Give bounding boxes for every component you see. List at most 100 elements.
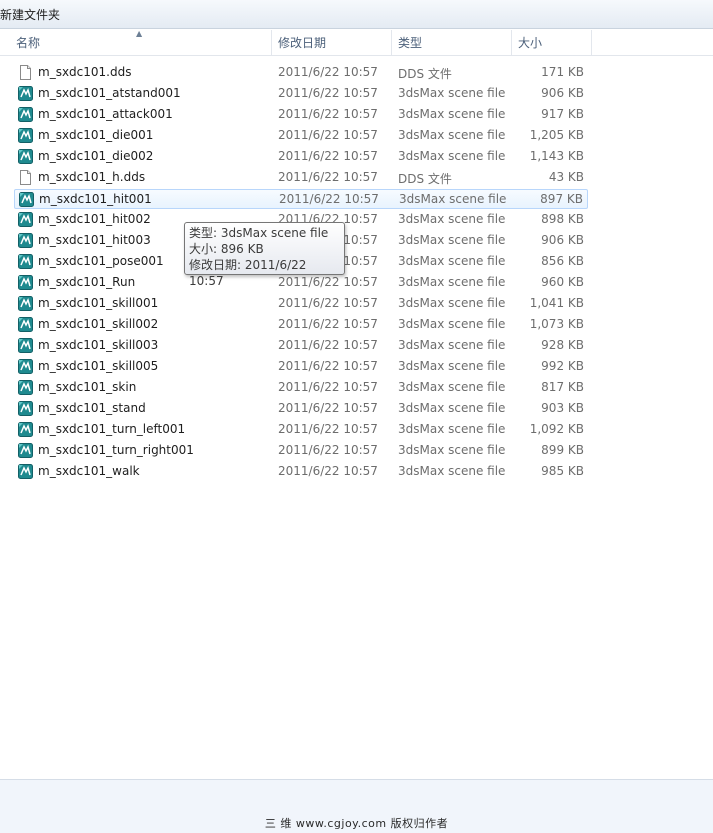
file-row[interactable]: m_sxdc101_skill005 2011/6/22 10:57 3dsMax … [14, 357, 588, 377]
file-type: 3dsMax scene file [398, 422, 506, 436]
file-type: 3dsMax scene file [398, 86, 506, 100]
file-size: 43 KB [548, 170, 584, 184]
file-name: m_sxdc101_walk [38, 464, 140, 478]
file-info-tooltip: 类型: 3dsMax scene file 大小: 896 KB 修改日期: 2… [184, 222, 345, 288]
file-type: DDS 文件 [398, 67, 452, 81]
column-header-type-label: 类型 [398, 36, 423, 50]
file-date: 2011/6/22 10:57 [278, 170, 378, 184]
3dsmax-file-icon [18, 338, 33, 353]
file-type: 3dsMax scene file [398, 212, 506, 226]
file-row[interactable]: m_sxdc101_skin 2011/6/22 10:57 3dsMax scen… [14, 378, 588, 398]
file-date: 2011/6/22 10:57 [278, 107, 378, 121]
file-type: 3dsMax scene file [398, 359, 506, 373]
file-date: 2011/6/22 10:57 [278, 422, 378, 436]
file-type: 3dsMax scene file [398, 443, 506, 457]
file-size: 897 KB [540, 192, 583, 206]
file-name: m_sxdc101_turn_left001 [38, 422, 186, 436]
tooltip-type-line: 类型: 3dsMax scene file [189, 226, 329, 240]
file-size: 899 KB [541, 443, 584, 457]
file-type: 3dsMax scene file [398, 128, 506, 142]
file-row[interactable]: m_sxdc101_skill001 2011/6/22 10:57 3dsMax … [14, 294, 588, 314]
file-name: m_sxdc101_attack001 [38, 107, 173, 121]
file-date: 2011/6/22 10:57 [278, 149, 378, 163]
3dsmax-file-icon [18, 401, 33, 416]
file-size: 1,205 KB [529, 128, 584, 142]
file-row[interactable]: m_sxdc101_turn_right001 2011/6/22 10:57 3d… [14, 441, 588, 461]
file-size: 1,092 KB [529, 422, 584, 436]
file-name: m_sxdc101_atstand001 [38, 86, 181, 100]
file-type: 3dsMax scene file [398, 275, 506, 289]
3dsmax-file-icon [18, 317, 33, 332]
3dsmax-file-icon [18, 107, 33, 122]
column-header-date[interactable]: 修改日期 [272, 30, 392, 55]
file-date: 2011/6/22 10:57 [278, 128, 378, 142]
3dsmax-file-icon [18, 443, 33, 458]
file-name: m_sxdc101.dds [38, 65, 132, 79]
3dsmax-file-icon [19, 192, 34, 207]
3dsmax-file-icon [18, 422, 33, 437]
3dsmax-file-icon [18, 359, 33, 374]
file-name: m_sxdc101_skill001 [38, 296, 159, 310]
file-row[interactable]: m_sxdc101_walk 2011/6/22 10:57 3dsMax scen… [14, 462, 588, 482]
file-size: 1,041 KB [529, 296, 584, 310]
column-header-type[interactable]: 类型 [392, 30, 512, 55]
file-size: 903 KB [541, 401, 584, 415]
column-header-date-label: 修改日期 [278, 36, 327, 50]
file-name: m_sxdc101_hit002 [38, 212, 151, 226]
file-row[interactable]: m_sxdc101_h.dds 2011/6/22 10:57 DDS 文件 43 K… [14, 168, 588, 188]
file-date: 2011/6/22 10:57 [278, 359, 378, 373]
file-size: 856 KB [541, 254, 584, 268]
file-date: 2011/6/22 10:57 [279, 192, 379, 206]
file-name: m_sxdc101_Run [38, 275, 136, 289]
column-header-name-label: 名称 [16, 36, 41, 50]
file-date: 2011/6/22 10:57 [278, 443, 378, 457]
watermark-text: 三 维 www.cgjoy.com 版权归作者 [264, 817, 449, 830]
3dsmax-file-icon [18, 212, 33, 227]
title-bar: 新建文件夹 [0, 0, 713, 29]
file-row[interactable]: m_sxdc101_attack001 2011/6/22 10:57 3dsMax… [14, 105, 588, 125]
file-date: 2011/6/22 10:57 [278, 464, 378, 478]
file-name: m_sxdc101_die001 [38, 128, 154, 142]
file-type: 3dsMax scene file [398, 401, 506, 415]
file-type: 3dsMax scene file [398, 233, 506, 247]
file-row[interactable]: m_sxdc101_atstand001 2011/6/22 10:57 3dsMa… [14, 84, 588, 104]
file-name: m_sxdc101_skill005 [38, 359, 159, 373]
tooltip-date-line: 修改日期: 2011/6/22 10:57 [189, 258, 307, 288]
file-date: 2011/6/22 10:57 [278, 86, 378, 100]
file-name: m_sxdc101_skill002 [38, 317, 159, 331]
file-row[interactable]: m_sxdc101_hit001 2011/6/22 10:57 3dsMax sc… [14, 189, 588, 209]
file-size: 1,143 KB [529, 149, 584, 163]
file-name: m_sxdc101_h.dds [38, 170, 146, 184]
file-row[interactable]: m_sxdc101_die001 2011/6/22 10:57 3dsMax sc… [14, 126, 588, 146]
file-size: 992 KB [541, 359, 584, 373]
file-size: 898 KB [541, 212, 584, 226]
file-type: 3dsMax scene file [398, 149, 506, 163]
file-row[interactable]: m_sxdc101_skill003 2011/6/22 10:57 3dsMax … [14, 336, 588, 356]
file-name: m_sxdc101_stand [38, 401, 146, 415]
file-size: 917 KB [541, 107, 584, 121]
file-size: 1,073 KB [529, 317, 584, 331]
file-row[interactable]: m_sxdc101_die002 2011/6/22 10:57 3dsMax sc… [14, 147, 588, 167]
column-header-size[interactable]: 大小 [512, 30, 592, 55]
file-name: m_sxdc101_hit001 [39, 192, 152, 206]
file-name: m_sxdc101_turn_right001 [38, 443, 194, 457]
file-row[interactable]: m_sxdc101_stand 2011/6/22 10:57 3dsMax sce… [14, 399, 588, 419]
column-header-name[interactable]: 名称 [10, 30, 272, 55]
file-size: 960 KB [541, 275, 584, 289]
file-type: 3dsMax scene file [398, 317, 506, 331]
file-size: 906 KB [541, 86, 584, 100]
file-row[interactable]: m_sxdc101.dds 2011/6/22 10:57 DDS 文件 171 KB [14, 63, 588, 83]
file-name: m_sxdc101_pose001 [38, 254, 164, 268]
window-title: 新建文件夹 [0, 8, 61, 22]
file-row[interactable]: m_sxdc101_turn_left001 2011/6/22 10:57 3ds… [14, 420, 588, 440]
file-name: m_sxdc101_hit003 [38, 233, 151, 247]
3dsmax-file-icon [18, 464, 33, 479]
3dsmax-file-icon [18, 296, 33, 311]
file-type: 3dsMax scene file [399, 192, 507, 206]
file-type: DDS 文件 [398, 172, 452, 186]
file-type: 3dsMax scene file [398, 464, 506, 478]
3dsmax-file-icon [18, 149, 33, 164]
file-size: 171 KB [541, 65, 584, 79]
file-name: m_sxdc101_skin [38, 380, 137, 394]
file-row[interactable]: m_sxdc101_skill002 2011/6/22 10:57 3dsMax … [14, 315, 588, 335]
